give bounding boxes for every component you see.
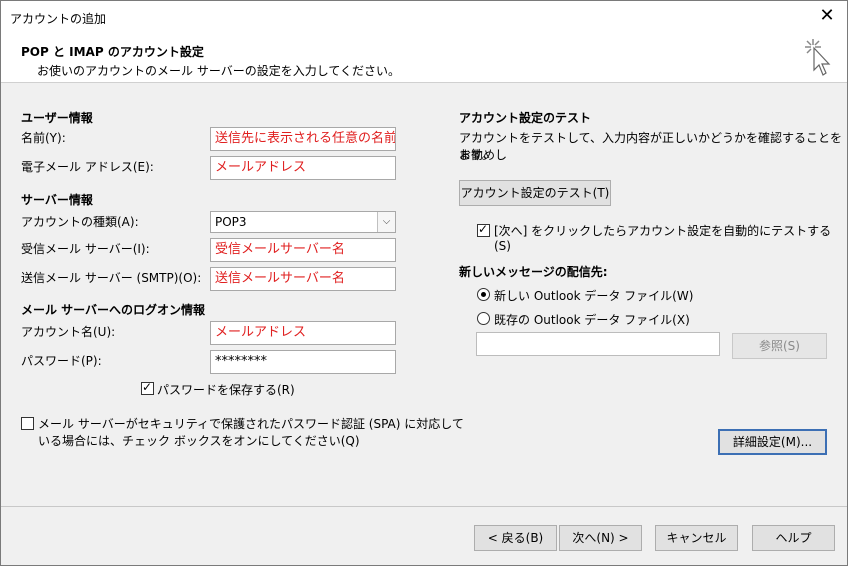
server-info-heading: サーバー情報 [21, 193, 93, 207]
incoming-server-label: 受信メール サーバー(I): [21, 242, 150, 256]
outgoing-server-label: 送信メール サーバー (SMTP)(O): [21, 271, 202, 285]
help-button[interactable]: ヘルプ [752, 525, 835, 551]
header-subtitle: お使いのアカウントのメール サーバーの設定を入力してください。 [37, 64, 400, 78]
chevron-down-icon[interactable]: ⌵ [377, 212, 395, 232]
back-button[interactable]: < 戻る(B) [474, 525, 557, 551]
account-type-label: アカウントの種類(A): [21, 215, 139, 229]
auto-test-label-line2: (S) [494, 239, 511, 253]
test-desc-line1: アカウントをテストして、入力内容が正しいかどうかを確認することをお勧めし [459, 131, 843, 162]
name-label: 名前(Y): [21, 131, 66, 145]
test-desc-line2: ます。 [459, 148, 494, 162]
next-button[interactable]: 次へ(N) > [559, 525, 642, 551]
header-title: POP と IMAP のアカウント設定 [21, 45, 204, 59]
save-password-checkbox[interactable] [141, 380, 154, 395]
password-label: パスワード(P): [21, 354, 102, 368]
add-account-dialog: アカウントの追加 ✕ POP と IMAP のアカウント設定 お使いのアカウント… [0, 0, 848, 566]
password-field[interactable]: ******** [210, 350, 396, 374]
save-password-label: パスワードを保存する(R) [157, 383, 295, 397]
email-label: 電子メール アドレス(E): [21, 160, 154, 174]
footer-divider [1, 506, 847, 507]
window-title: アカウントの追加 [10, 12, 107, 26]
title-bar: アカウントの追加 ✕ [1, 1, 847, 33]
cancel-button[interactable]: キャンセル [655, 525, 738, 551]
auto-test-checkbox[interactable] [477, 222, 490, 237]
auto-test-label-line1: [次へ] をクリックしたらアカウント設定を自動的にテストする [494, 224, 832, 238]
account-type-select[interactable]: POP3 ⌵ [210, 211, 396, 233]
name-field[interactable]: 送信先に表示される任意の名前 [210, 127, 396, 151]
delivery-heading: 新しいメッセージの配信先: [459, 265, 608, 279]
new-data-file-label: 新しい Outlook データ ファイル(W) [494, 289, 694, 303]
email-field[interactable]: メールアドレス [210, 156, 396, 180]
spa-label-line1: メール サーバーがセキュリティで保護されたパスワード認証 (SPA) に対応して [38, 417, 464, 431]
user-info-heading: ユーザー情報 [21, 111, 93, 125]
test-heading: アカウント設定のテスト [459, 111, 592, 125]
wizard-cursor-icon [805, 39, 831, 76]
more-settings-button[interactable]: 詳細設定(M)... [718, 429, 827, 455]
account-name-label: アカウント名(U): [21, 325, 116, 339]
existing-data-file-radio[interactable] [477, 312, 490, 325]
dialog-header: POP と IMAP のアカウント設定 お使いのアカウントのメール サーバーの設… [1, 33, 847, 83]
existing-file-path-field [476, 332, 720, 356]
new-data-file-radio[interactable] [477, 288, 490, 301]
logon-info-heading: メール サーバーへのログオン情報 [21, 303, 206, 317]
close-icon[interactable]: ✕ [817, 6, 837, 26]
existing-data-file-label: 既存の Outlook データ ファイル(X) [494, 313, 690, 327]
test-account-button[interactable]: アカウント設定のテスト(T) [459, 180, 611, 206]
outgoing-server-field[interactable]: 送信メールサーバー名 [210, 267, 396, 291]
spa-checkbox[interactable] [21, 417, 34, 430]
account-type-value: POP3 [215, 215, 247, 229]
incoming-server-field[interactable]: 受信メールサーバー名 [210, 238, 396, 262]
spa-label-line2: いる場合には、チェック ボックスをオンにしてください(Q) [38, 434, 360, 448]
account-name-field[interactable]: メールアドレス [210, 321, 396, 345]
browse-button: 参照(S) [732, 333, 827, 359]
